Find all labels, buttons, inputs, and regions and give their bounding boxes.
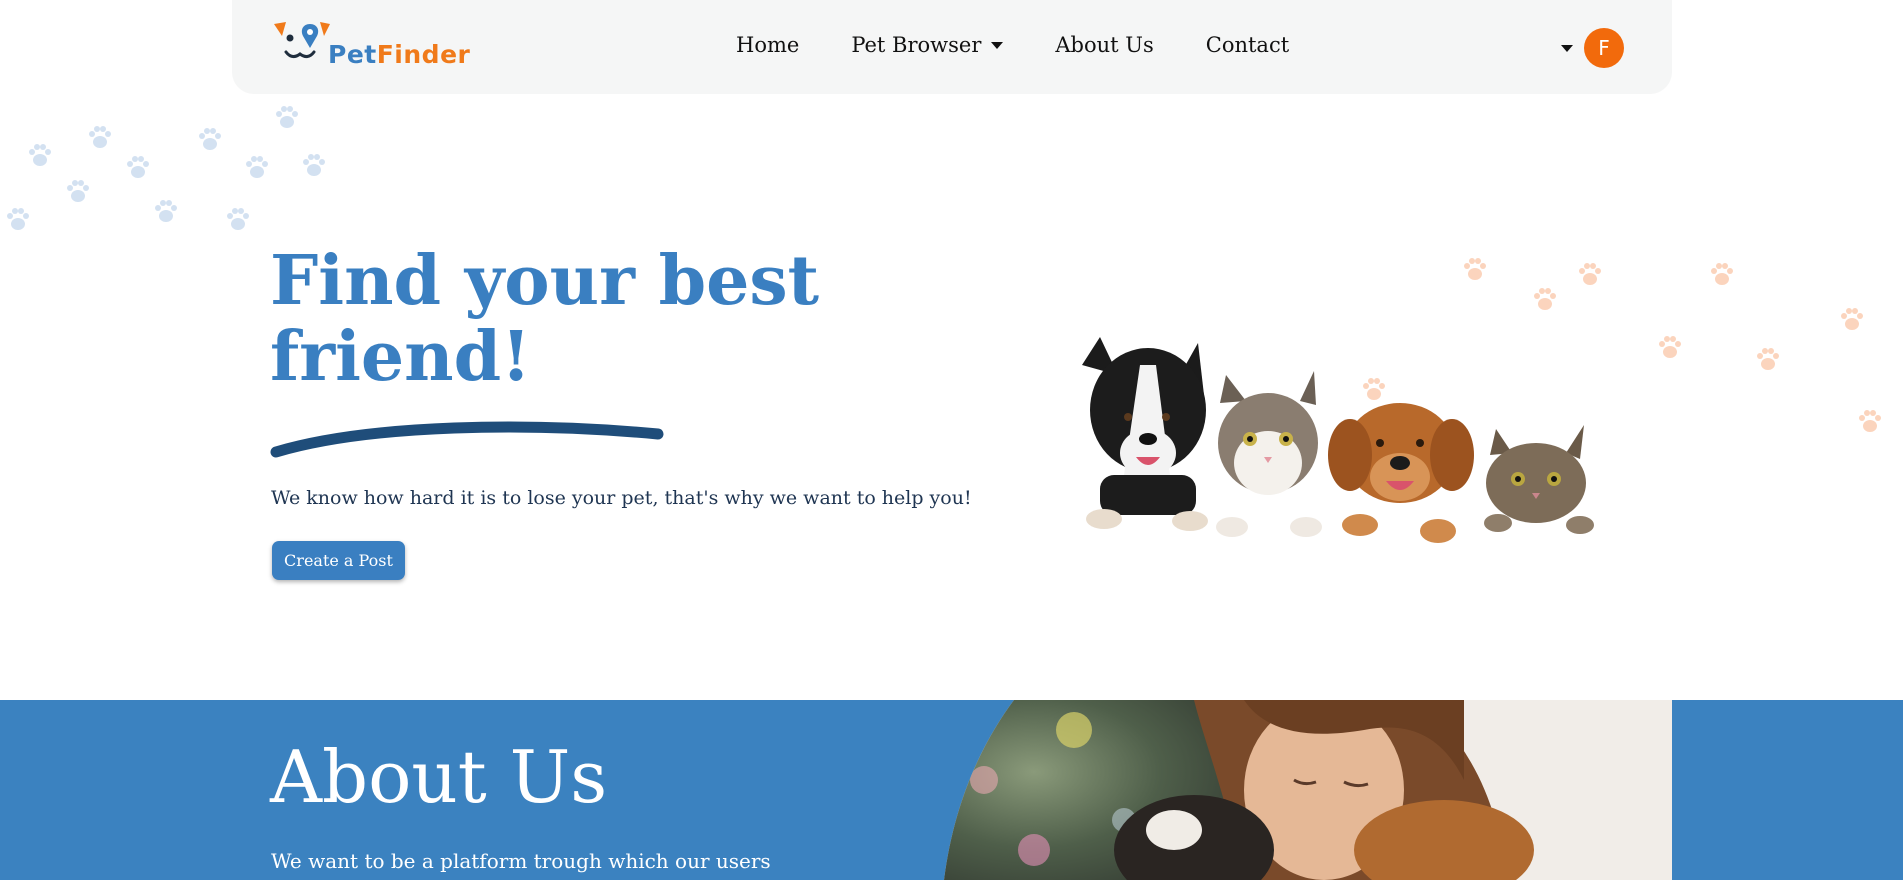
girl-hugging-pets-photo xyxy=(944,700,1672,880)
blue-paw-prints-decoration xyxy=(7,106,325,230)
brand-name: PetFinder xyxy=(328,40,470,69)
title-underline-swoosh xyxy=(270,421,664,458)
create-post-button[interactable]: Create a Post xyxy=(272,541,405,580)
nav-about-link[interactable]: About Us xyxy=(1055,33,1153,57)
nav-home-label: Home xyxy=(736,33,800,57)
nav-home-link[interactable]: Home xyxy=(736,33,799,57)
about-title: About Us xyxy=(270,735,608,819)
about-section: About Us We want to be a platform trough… xyxy=(0,700,1903,880)
brand-name-pet: Pet xyxy=(328,40,377,69)
nav-contact-label: Contact xyxy=(1205,33,1290,57)
nav-links: Home Pet Browser About Us Contact xyxy=(736,33,1341,57)
caret-down-icon xyxy=(991,41,1004,49)
nav-contact-link[interactable]: Contact xyxy=(1206,33,1289,57)
navbar: PetFinder Home Pet Browser About Us Cont… xyxy=(232,0,1672,94)
user-menu-caret-icon[interactable] xyxy=(1561,45,1573,52)
nav-pet-browser-label: Pet Browser xyxy=(851,33,982,57)
user-avatar[interactable]: F xyxy=(1584,28,1624,68)
petfinder-logo[interactable]: PetFinder xyxy=(272,18,470,74)
dogs-and-cats-illustration xyxy=(1082,337,1594,543)
hero-subtitle: We know how hard it is to lose your pet,… xyxy=(271,487,972,509)
nav-about-label: About Us xyxy=(1055,33,1154,57)
nav-pet-browser-dropdown[interactable]: Pet Browser xyxy=(851,33,1004,57)
hero-title: Find your best friend! xyxy=(270,241,820,397)
brand-name-finder: Finder xyxy=(376,40,471,69)
dog-face-logo-icon xyxy=(274,22,330,59)
avatar-initial: F xyxy=(1598,36,1610,60)
about-text: We want to be a platform trough which ou… xyxy=(271,849,771,880)
